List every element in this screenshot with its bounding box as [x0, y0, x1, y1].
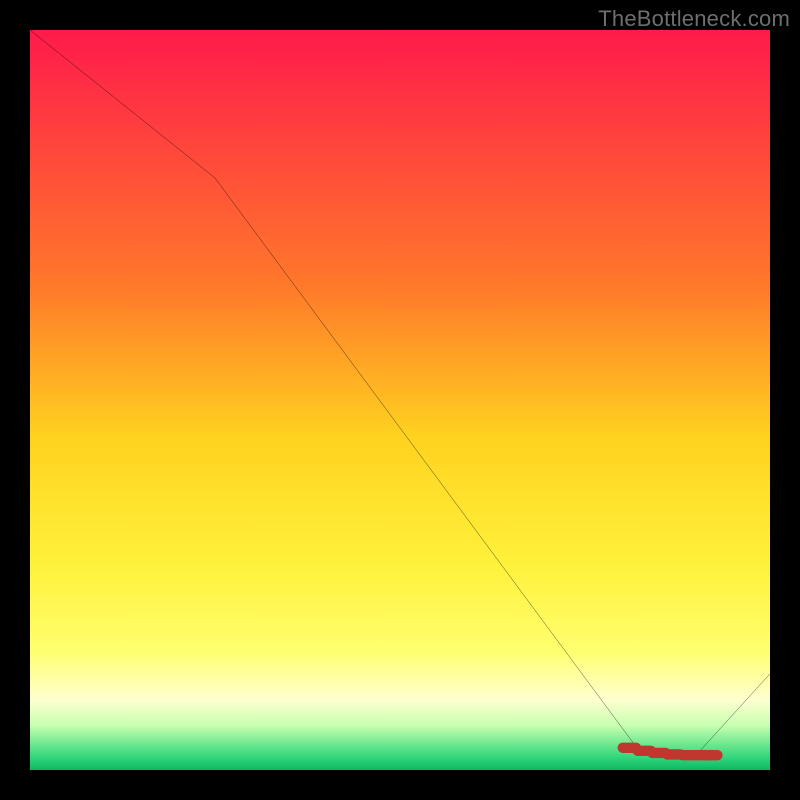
attribution-text: TheBottleneck.com: [598, 6, 790, 32]
chart-frame: TheBottleneck.com: [0, 0, 800, 800]
plot-area: [30, 30, 770, 770]
background-gradient: [30, 30, 770, 770]
